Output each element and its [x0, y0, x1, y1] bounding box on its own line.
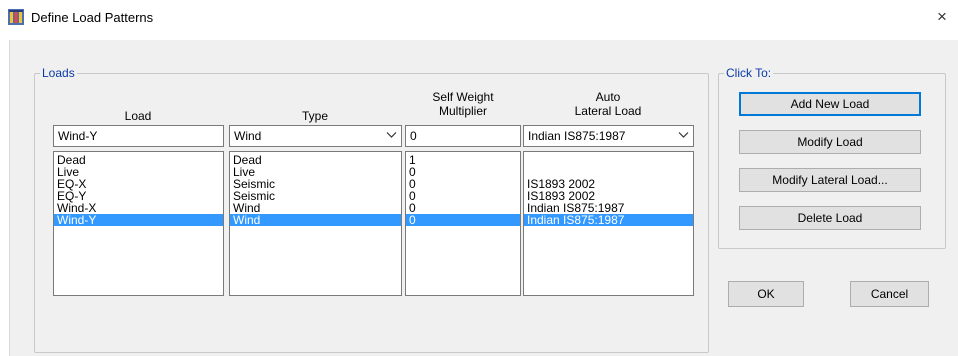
- load-patterns-app-icon: [8, 9, 24, 25]
- load-type-selected: Wind: [234, 129, 262, 143]
- list-item[interactable]: Dead: [54, 154, 223, 166]
- delete-load-button[interactable]: Delete Load: [739, 206, 921, 230]
- ok-button[interactable]: OK: [728, 281, 804, 307]
- auto-lateral-load-selected: Indian IS875:1987: [528, 129, 626, 143]
- load-type-dropdown[interactable]: Wind: [229, 125, 402, 147]
- load-type-list[interactable]: Dead Live Seismic Seismic Wind Wind: [229, 151, 402, 296]
- self-weight-multiplier-header: Self Weight Multiplier: [432, 90, 494, 118]
- list-item[interactable]: 0: [406, 202, 520, 214]
- loads-group: Loads Load Type Self Weight Multiplier A…: [34, 66, 709, 353]
- self-weight-multiplier-input[interactable]: 0: [405, 125, 521, 147]
- list-item-selected[interactable]: Wind-Y: [54, 214, 223, 226]
- auto-lateral-load-header: Auto Lateral Load: [574, 90, 642, 118]
- load-column-header: Load: [124, 109, 152, 123]
- list-item[interactable]: Dead: [230, 154, 401, 166]
- click-to-group: Click To: Add New Load Modify Load Modif…: [718, 66, 946, 249]
- modify-load-button[interactable]: Modify Load: [739, 130, 921, 154]
- list-item[interactable]: [524, 154, 693, 166]
- list-item[interactable]: 0: [406, 166, 520, 178]
- type-column-header: Type: [301, 109, 328, 123]
- window-title: Define Load Patterns: [31, 10, 154, 25]
- list-item[interactable]: 0: [406, 178, 520, 190]
- load-name-input[interactable]: Wind-Y: [53, 125, 224, 147]
- auto-lateral-load-dropdown[interactable]: Indian IS875:1987: [523, 125, 694, 147]
- click-to-group-label: Click To:: [724, 66, 774, 80]
- chevron-down-icon: [386, 132, 397, 138]
- load-name-list[interactable]: Dead Live EQ-X EQ-Y Wind-X Wind-Y: [53, 151, 224, 296]
- close-icon[interactable]: ×: [937, 7, 947, 27]
- cancel-button[interactable]: Cancel: [850, 281, 929, 307]
- list-item[interactable]: 0: [406, 190, 520, 202]
- list-item-selected[interactable]: 0: [406, 214, 520, 226]
- self-weight-multiplier-list[interactable]: 1 0 0 0 0 0: [405, 151, 521, 296]
- auto-lateral-load-list[interactable]: IS1893 2002 IS1893 2002 Indian IS875:198…: [523, 151, 694, 296]
- chevron-down-icon: [678, 132, 689, 138]
- list-item[interactable]: 1: [406, 154, 520, 166]
- loads-group-label: Loads: [40, 66, 77, 80]
- dialog-body: Loads Load Type Self Weight Multiplier A…: [9, 40, 958, 356]
- title-bar: Define Load Patterns ×: [0, 0, 958, 40]
- list-item-selected[interactable]: Indian IS875:1987: [524, 214, 693, 226]
- modify-lateral-load-button[interactable]: Modify Lateral Load...: [739, 168, 921, 192]
- list-item-selected[interactable]: Wind: [230, 214, 401, 226]
- add-new-load-button[interactable]: Add New Load: [739, 92, 921, 116]
